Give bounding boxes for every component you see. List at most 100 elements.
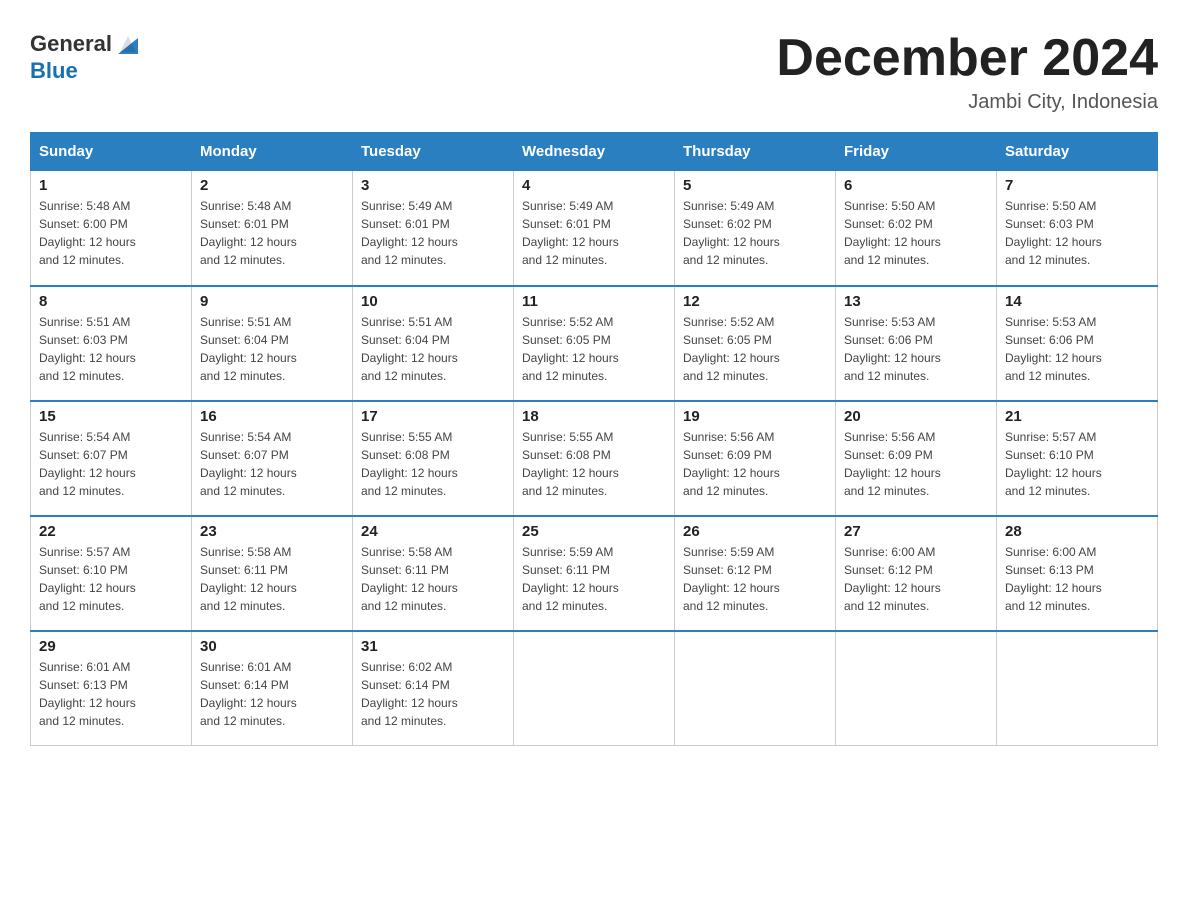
col-header-friday: Friday <box>836 133 997 171</box>
day-info: Sunrise: 5:55 AMSunset: 6:08 PMDaylight:… <box>522 428 666 500</box>
col-header-saturday: Saturday <box>997 133 1158 171</box>
day-info: Sunrise: 6:00 AMSunset: 6:13 PMDaylight:… <box>1005 543 1149 615</box>
day-number: 28 <box>1005 523 1149 540</box>
title-area: December 2024 Jambi City, Indonesia <box>776 30 1158 114</box>
day-cell-8: 8 Sunrise: 5:51 AMSunset: 6:03 PMDaylight… <box>31 286 192 401</box>
day-cell-13: 13 Sunrise: 5:53 AMSunset: 6:06 PMDayligh… <box>836 286 997 401</box>
day-number: 23 <box>200 523 344 540</box>
day-number: 17 <box>361 408 505 425</box>
day-cell-7: 7Sunrise: 5:50 AMSunset: 6:03 PMDaylight… <box>997 171 1158 286</box>
day-cell-28: 28 Sunrise: 6:00 AMSunset: 6:13 PMDayligh… <box>997 516 1158 631</box>
day-info: Sunrise: 5:58 AMSunset: 6:11 PMDaylight:… <box>200 543 344 615</box>
day-info: Sunrise: 5:54 AMSunset: 6:07 PMDaylight:… <box>39 428 183 500</box>
day-number: 21 <box>1005 408 1149 425</box>
day-cell-24: 24 Sunrise: 5:58 AMSunset: 6:11 PMDayligh… <box>353 516 514 631</box>
day-info: Sunrise: 5:51 AMSunset: 6:04 PMDaylight:… <box>361 313 505 385</box>
day-number: 6 <box>844 177 988 194</box>
day-info: Sunrise: 5:48 AMSunset: 6:01 PMDaylight:… <box>200 197 344 269</box>
day-number: 3 <box>361 177 505 194</box>
day-number: 30 <box>200 638 344 655</box>
week-row-1: 1Sunrise: 5:48 AMSunset: 6:00 PMDaylight… <box>31 171 1158 286</box>
week-row-5: 29 Sunrise: 6:01 AMSunset: 6:13 PMDayligh… <box>31 631 1158 746</box>
day-info: Sunrise: 5:52 AMSunset: 6:05 PMDaylight:… <box>683 313 827 385</box>
day-cell-4: 4Sunrise: 5:49 AMSunset: 6:01 PMDaylight… <box>514 171 675 286</box>
week-row-2: 8 Sunrise: 5:51 AMSunset: 6:03 PMDaylight… <box>31 286 1158 401</box>
day-cell-26: 26 Sunrise: 5:59 AMSunset: 6:12 PMDayligh… <box>675 516 836 631</box>
day-info: Sunrise: 5:52 AMSunset: 6:05 PMDaylight:… <box>522 313 666 385</box>
day-cell-27: 27Sunrise: 6:00 AMSunset: 6:12 PMDayligh… <box>836 516 997 631</box>
day-info: Sunrise: 5:51 AMSunset: 6:04 PMDaylight:… <box>200 313 344 385</box>
day-number: 14 <box>1005 293 1149 310</box>
day-number: 15 <box>39 408 183 425</box>
page-header: General Blue December 2024 Jambi City, I… <box>30 30 1158 114</box>
day-cell-5: 5 Sunrise: 5:49 AMSunset: 6:02 PMDaylight… <box>675 171 836 286</box>
day-cell-20: 20Sunrise: 5:56 AMSunset: 6:09 PMDayligh… <box>836 401 997 516</box>
day-info: Sunrise: 6:00 AMSunset: 6:12 PMDaylight:… <box>844 543 988 615</box>
day-cell-15: 15 Sunrise: 5:54 AMSunset: 6:07 PMDayligh… <box>31 401 192 516</box>
day-info: Sunrise: 5:50 AMSunset: 6:02 PMDaylight:… <box>844 197 988 269</box>
day-cell-6: 6 Sunrise: 5:50 AMSunset: 6:02 PMDaylight… <box>836 171 997 286</box>
day-cell-19: 19 Sunrise: 5:56 AMSunset: 6:09 PMDayligh… <box>675 401 836 516</box>
empty-cell <box>997 631 1158 746</box>
day-info: Sunrise: 5:56 AMSunset: 6:09 PMDaylight:… <box>683 428 827 500</box>
col-header-wednesday: Wednesday <box>514 133 675 171</box>
day-number: 12 <box>683 293 827 310</box>
col-header-thursday: Thursday <box>675 133 836 171</box>
calendar-table: SundayMondayTuesdayWednesdayThursdayFrid… <box>30 132 1158 746</box>
day-number: 4 <box>522 177 666 194</box>
day-number: 31 <box>361 638 505 655</box>
day-cell-25: 25Sunrise: 5:59 AMSunset: 6:11 PMDayligh… <box>514 516 675 631</box>
day-number: 5 <box>683 177 827 194</box>
day-info: Sunrise: 5:51 AMSunset: 6:03 PMDaylight:… <box>39 313 183 385</box>
day-number: 2 <box>200 177 344 194</box>
day-number: 13 <box>844 293 988 310</box>
col-header-sunday: Sunday <box>31 133 192 171</box>
day-info: Sunrise: 5:58 AMSunset: 6:11 PMDaylight:… <box>361 543 505 615</box>
day-info: Sunrise: 5:49 AMSunset: 6:02 PMDaylight:… <box>683 197 827 269</box>
day-cell-2: 2 Sunrise: 5:48 AMSunset: 6:01 PMDaylight… <box>192 171 353 286</box>
day-cell-23: 23 Sunrise: 5:58 AMSunset: 6:11 PMDayligh… <box>192 516 353 631</box>
week-row-3: 15 Sunrise: 5:54 AMSunset: 6:07 PMDayligh… <box>31 401 1158 516</box>
day-info: Sunrise: 5:57 AMSunset: 6:10 PMDaylight:… <box>1005 428 1149 500</box>
day-info: Sunrise: 5:55 AMSunset: 6:08 PMDaylight:… <box>361 428 505 500</box>
day-cell-16: 16 Sunrise: 5:54 AMSunset: 6:07 PMDayligh… <box>192 401 353 516</box>
day-cell-14: 14 Sunrise: 5:53 AMSunset: 6:06 PMDayligh… <box>997 286 1158 401</box>
col-header-monday: Monday <box>192 133 353 171</box>
day-number: 19 <box>683 408 827 425</box>
day-info: Sunrise: 5:54 AMSunset: 6:07 PMDaylight:… <box>200 428 344 500</box>
month-title: December 2024 <box>776 30 1158 87</box>
day-number: 24 <box>361 523 505 540</box>
day-info: Sunrise: 5:59 AMSunset: 6:11 PMDaylight:… <box>522 543 666 615</box>
day-info: Sunrise: 5:53 AMSunset: 6:06 PMDaylight:… <box>844 313 988 385</box>
location-subtitle: Jambi City, Indonesia <box>776 91 1158 114</box>
logo-blue-text: Blue <box>30 58 78 84</box>
day-cell-3: 3 Sunrise: 5:49 AMSunset: 6:01 PMDaylight… <box>353 171 514 286</box>
day-cell-18: 18Sunrise: 5:55 AMSunset: 6:08 PMDayligh… <box>514 401 675 516</box>
day-cell-31: 31 Sunrise: 6:02 AMSunset: 6:14 PMDayligh… <box>353 631 514 746</box>
day-cell-30: 30 Sunrise: 6:01 AMSunset: 6:14 PMDayligh… <box>192 631 353 746</box>
day-info: Sunrise: 5:49 AMSunset: 6:01 PMDaylight:… <box>361 197 505 269</box>
day-number: 16 <box>200 408 344 425</box>
day-number: 8 <box>39 293 183 310</box>
day-cell-11: 11 Sunrise: 5:52 AMSunset: 6:05 PMDayligh… <box>514 286 675 401</box>
day-info: Sunrise: 5:56 AMSunset: 6:09 PMDaylight:… <box>844 428 988 500</box>
day-number: 11 <box>522 293 666 310</box>
day-info: Sunrise: 6:02 AMSunset: 6:14 PMDaylight:… <box>361 658 505 730</box>
day-info: Sunrise: 5:59 AMSunset: 6:12 PMDaylight:… <box>683 543 827 615</box>
day-info: Sunrise: 6:01 AMSunset: 6:13 PMDaylight:… <box>39 658 183 730</box>
day-cell-21: 21 Sunrise: 5:57 AMSunset: 6:10 PMDayligh… <box>997 401 1158 516</box>
day-cell-22: 22Sunrise: 5:57 AMSunset: 6:10 PMDayligh… <box>31 516 192 631</box>
day-number: 10 <box>361 293 505 310</box>
day-number: 7 <box>1005 177 1149 194</box>
empty-cell <box>675 631 836 746</box>
day-cell-29: 29 Sunrise: 6:01 AMSunset: 6:13 PMDayligh… <box>31 631 192 746</box>
day-info: Sunrise: 5:53 AMSunset: 6:06 PMDaylight:… <box>1005 313 1149 385</box>
day-cell-9: 9Sunrise: 5:51 AMSunset: 6:04 PMDaylight… <box>192 286 353 401</box>
day-number: 26 <box>683 523 827 540</box>
calendar-header-row: SundayMondayTuesdayWednesdayThursdayFrid… <box>31 133 1158 171</box>
empty-cell <box>836 631 997 746</box>
empty-cell <box>514 631 675 746</box>
day-number: 29 <box>39 638 183 655</box>
day-info: Sunrise: 6:01 AMSunset: 6:14 PMDaylight:… <box>200 658 344 730</box>
logo-general-text: General <box>30 31 112 57</box>
